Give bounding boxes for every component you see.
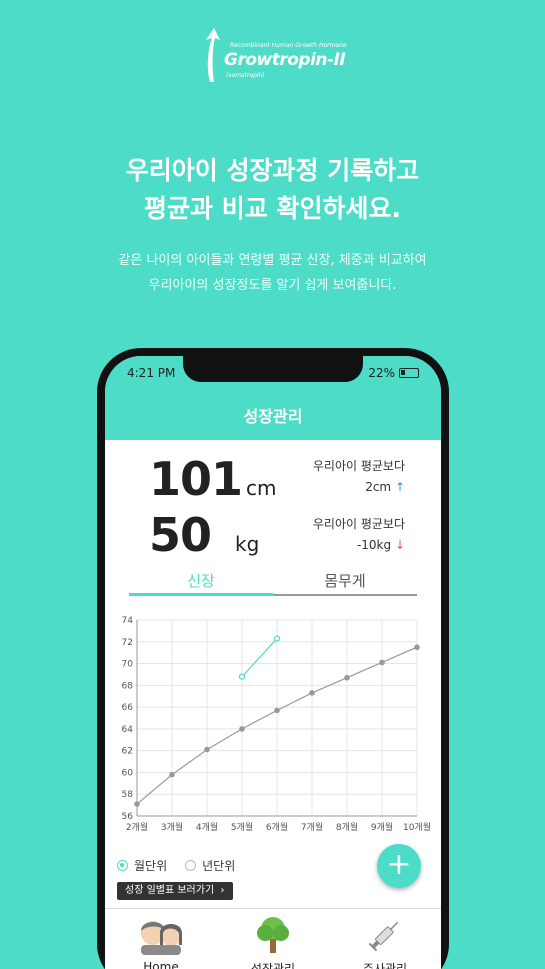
- nav-label-home: Home: [143, 960, 179, 969]
- weight-diff: -10kg: [356, 538, 392, 552]
- headline: 우리아이 성장과정 기록하고 평균과 비교 확인하세요.: [0, 152, 545, 228]
- weight-compare-label: 우리아이 평균보다: [312, 517, 405, 531]
- x-tick-label: 3개월: [161, 821, 183, 833]
- weight-metric: 50 kg: [149, 508, 259, 562]
- tab-weight[interactable]: 몸무게: [273, 570, 417, 594]
- period-radio-group: 월단위 년단위: [117, 857, 235, 874]
- battery-indicator: 22%: [368, 366, 419, 380]
- subtext-line-1: 같은 나이의 아이들과 연령별 평균 신장, 체중과 비교하여: [118, 253, 427, 268]
- nav-item-injection[interactable]: 주사관리: [329, 909, 441, 969]
- add-record-button[interactable]: +: [377, 844, 421, 888]
- height-compare-label: 우리아이 평균보다: [312, 459, 405, 473]
- height-compare: 우리아이 평균보다 2cm ↑: [313, 456, 405, 498]
- growth-chart: 56 58 60 62 64 66 68 70 72 74 2개월 3개월 4개월 5개월 6개월 7개월 8개…: [122, 616, 431, 833]
- data-point: [344, 674, 350, 681]
- x-tick-label: 5개월: [231, 821, 253, 833]
- x-tick-label: 2개월: [126, 821, 148, 833]
- y-tick-label: 66: [122, 703, 134, 713]
- y-tick-label: 56: [122, 812, 134, 822]
- phone-screen: 4:21 PM 22% 성장관리 101 cm 우리아이 평균보다 2cm ↑ 5…: [105, 356, 441, 969]
- data-point: [134, 801, 140, 807]
- subtext: 같은 나이의 아이들과 연령별 평균 신장, 체중과 비교하여 우리아이의 성장…: [0, 248, 545, 298]
- weight-compare: 우리아이 평균보다 -10kg ↓: [313, 514, 405, 556]
- data-point: [204, 746, 210, 753]
- brand-logo: Recombinant Human Growth Hormone Growtro…: [200, 28, 350, 84]
- data-point: [414, 644, 420, 651]
- y-tick-label: 68: [122, 681, 134, 691]
- data-point: [169, 771, 175, 778]
- app-title: 성장관리: [105, 394, 441, 440]
- status-time: 4:21 PM: [127, 366, 176, 380]
- growth-arrow-icon: [206, 28, 220, 82]
- subtext-line-2: 우리아이의 성장정도를 알기 쉽게 보여줍니다.: [148, 278, 397, 293]
- headline-line-2: 평균과 비교 확인하세요.: [144, 194, 401, 223]
- headline-line-1: 우리아이 성장과정 기록하고: [125, 156, 420, 185]
- data-point: [274, 707, 280, 714]
- weight-unit: kg: [235, 532, 260, 556]
- nav-item-home[interactable]: Home: [105, 909, 217, 969]
- y-tick-label: 72: [122, 638, 133, 648]
- metric-tabs: 신장 몸무게: [129, 570, 417, 596]
- height-metric: 101 cm: [149, 452, 277, 506]
- y-tick-label: 74: [122, 616, 134, 626]
- y-tick-label: 60: [122, 768, 134, 778]
- height-unit: cm: [246, 476, 277, 500]
- y-tick-label: 58: [122, 790, 134, 800]
- brand-generic-name: (somatropin): [226, 72, 265, 79]
- tree-icon: [257, 917, 289, 953]
- data-point: [238, 673, 246, 680]
- height-diff: 2cm: [365, 480, 392, 494]
- kids-icon: [141, 921, 182, 955]
- radio-monthly-label: 월단위: [134, 859, 168, 873]
- syringe-icon: [368, 921, 399, 952]
- y-tick-label: 62: [122, 747, 133, 757]
- bottom-nav: Home 성장관리 주사관리: [105, 908, 441, 969]
- x-tick-label: 7개월: [301, 821, 323, 833]
- arrow-down-icon: ↓: [394, 538, 405, 552]
- brand-name: Growtropin-II: [224, 50, 346, 70]
- phone-notch: [183, 356, 363, 382]
- chevron-right-icon: ›: [217, 885, 225, 896]
- series-line-1: [241, 638, 278, 678]
- phone-frame: 4:21 PM 22% 성장관리 101 cm 우리아이 평균보다 2cm ↑ 5…: [97, 348, 449, 969]
- x-tick-label: 6개월: [266, 821, 288, 833]
- x-tick-label: 8개월: [336, 821, 358, 833]
- x-tick-label: 10개월: [403, 821, 431, 833]
- battery-percent: 22%: [368, 366, 395, 380]
- data-point: [379, 659, 385, 666]
- tab-height[interactable]: 신장: [129, 570, 273, 596]
- radio-monthly[interactable]: 월단위: [117, 857, 167, 874]
- x-tick-label: 9개월: [371, 821, 393, 833]
- data-point: [273, 635, 281, 642]
- x-tick-label: 4개월: [196, 821, 218, 833]
- radio-unselected-icon: [185, 860, 197, 871]
- radio-yearly-label: 년단위: [202, 859, 236, 873]
- height-value: 101: [149, 452, 243, 506]
- weight-value: 50: [149, 508, 212, 562]
- battery-icon: [399, 368, 419, 378]
- y-tick-label: 70: [122, 660, 134, 670]
- view-daily-table-label: 성장 일별표 보러가기: [125, 885, 215, 896]
- data-point: [239, 726, 245, 732]
- nav-label-injection: 주사관리: [362, 962, 408, 969]
- brand-tagline: Recombinant Human Growth Hormone: [230, 42, 347, 49]
- arrow-up-icon: ↑: [394, 480, 405, 494]
- nav-item-growth[interactable]: 성장관리: [217, 909, 329, 969]
- radio-yearly[interactable]: 년단위: [185, 857, 235, 874]
- data-point: [309, 690, 315, 696]
- view-daily-table-button[interactable]: 성장 일별표 보러가기 ›: [117, 882, 233, 900]
- nav-label-growth: 성장관리: [250, 962, 296, 969]
- radio-selected-icon: [117, 860, 128, 871]
- y-tick-label: 64: [122, 725, 134, 735]
